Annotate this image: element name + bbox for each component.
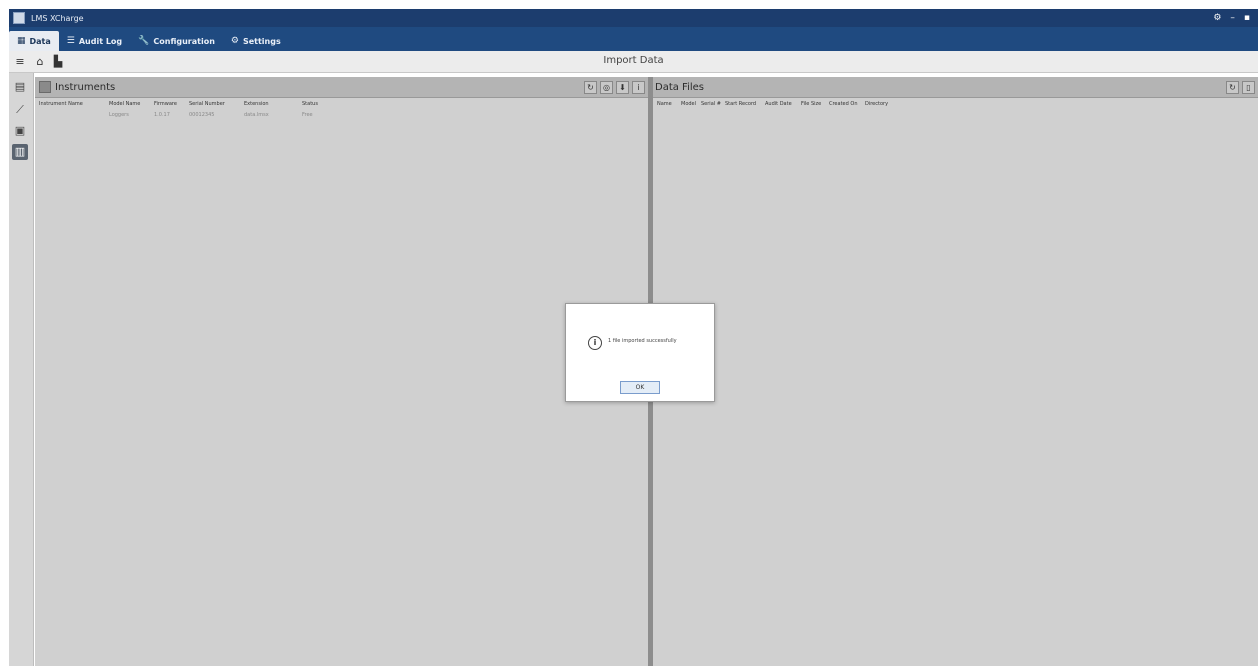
menu-configuration[interactable]: 🔧 Configuration bbox=[130, 31, 223, 51]
col-model-name[interactable]: Model Name bbox=[109, 101, 154, 107]
cell-extension: data.lmsx bbox=[244, 112, 269, 118]
ok-button[interactable]: OK bbox=[620, 381, 660, 394]
menu-configuration-label: Configuration bbox=[153, 36, 215, 46]
menu-audit-log-label: Audit Log bbox=[78, 36, 123, 46]
instruments-panel: Instruments ↻ ◎ ⬇ i Instrument Name Mode… bbox=[35, 77, 649, 666]
col-status[interactable]: Status bbox=[302, 101, 342, 107]
table-icon[interactable]: ▤ bbox=[12, 79, 28, 95]
datafiles-title: Data Files bbox=[655, 81, 704, 93]
page-title: Import Data bbox=[603, 55, 664, 66]
datafiles-panel: Data Files ↻ ▯ Name Model Serial # Start… bbox=[653, 77, 1258, 666]
col-start-record[interactable]: Start Record bbox=[725, 101, 765, 107]
menu-data[interactable]: ▦ Data bbox=[9, 31, 59, 51]
title-bar: LMS XCharge ⚙ – ▪ bbox=[9, 9, 1258, 27]
datafiles-grid-header: Name Model Serial # Start Record Audit D… bbox=[653, 98, 1258, 110]
col-file-size[interactable]: File Size bbox=[801, 101, 829, 107]
app-icon bbox=[13, 12, 25, 24]
wrench-icon: 🔧 bbox=[138, 36, 150, 46]
import-data-icon[interactable]: ▥ bbox=[12, 144, 28, 160]
menu-data-label: Data bbox=[29, 36, 51, 46]
sidebar: ▤ ⟋ ▣ ▥ bbox=[9, 73, 34, 666]
cell-firmware: 1.0.17 bbox=[154, 112, 170, 118]
instruments-title: Instruments bbox=[55, 81, 116, 93]
instruments-icon bbox=[39, 81, 51, 93]
info-icon[interactable]: i bbox=[632, 80, 645, 94]
settings-icon[interactable]: ⚙ bbox=[1213, 13, 1221, 23]
col-instrument-name[interactable]: Instrument Name bbox=[39, 101, 109, 107]
menu-audit-log[interactable]: ☰ Audit Log bbox=[59, 31, 130, 51]
col-model[interactable]: Model bbox=[681, 101, 701, 107]
col-extension[interactable]: Extension bbox=[244, 101, 302, 107]
col-created-on[interactable]: Created On bbox=[829, 101, 865, 107]
menu-bar: ▦ Data ☰ Audit Log 🔧 Configuration ⚙ Set… bbox=[9, 27, 1258, 51]
report-icon[interactable]: ▣ bbox=[12, 123, 28, 139]
app-title: LMS XCharge bbox=[31, 13, 84, 23]
table-row[interactable]: Loggers 1.0.17 00012345 data.lmsx Free bbox=[35, 110, 648, 120]
toolbar: ≡ ⌂ ▙ Import Data bbox=[9, 51, 1258, 73]
col-serial[interactable]: Serial # bbox=[701, 101, 725, 107]
list-icon: ☰ bbox=[66, 36, 75, 46]
minimize-button[interactable]: – bbox=[1230, 13, 1235, 23]
cell-serial-number: 00012345 bbox=[189, 112, 215, 118]
col-serial-number[interactable]: Serial Number bbox=[189, 101, 244, 107]
datafiles-refresh-icon[interactable]: ↻ bbox=[1226, 80, 1239, 94]
gear-icon: ⚙ bbox=[230, 36, 239, 46]
instruments-header: Instruments ↻ ◎ ⬇ i bbox=[35, 77, 648, 98]
datafiles-header: Data Files ↻ ▯ bbox=[653, 77, 1258, 98]
window-controls: ⚙ – ▪ bbox=[1213, 13, 1250, 23]
col-firmware[interactable]: Firmware bbox=[154, 101, 189, 107]
chart-icon[interactable]: ⟋ bbox=[12, 102, 28, 118]
download-icon[interactable]: ⬇ bbox=[616, 80, 629, 94]
message-dialog: i 1 file imported successfully OK bbox=[565, 303, 715, 402]
restore-button[interactable]: ▪ bbox=[1244, 13, 1250, 23]
datafiles-more-icon[interactable]: ▯ bbox=[1242, 80, 1255, 94]
menu-settings[interactable]: ⚙ Settings bbox=[223, 31, 289, 51]
col-directory[interactable]: Directory bbox=[865, 101, 901, 107]
info-circle-icon: i bbox=[588, 336, 602, 350]
menu-settings-label: Settings bbox=[242, 36, 281, 46]
grid-icon: ▦ bbox=[17, 36, 26, 46]
instruments-grid-header: Instrument Name Model Name Firmware Seri… bbox=[35, 98, 648, 110]
connect-icon[interactable]: ◎ bbox=[600, 80, 613, 94]
dialog-message: 1 file imported successfully bbox=[608, 338, 677, 344]
refresh-icon[interactable]: ↻ bbox=[584, 80, 597, 94]
col-name[interactable]: Name bbox=[657, 101, 681, 107]
cell-model-name: Loggers bbox=[109, 112, 129, 118]
cell-status: Free bbox=[302, 112, 313, 118]
col-audit-date[interactable]: Audit Date bbox=[765, 101, 801, 107]
